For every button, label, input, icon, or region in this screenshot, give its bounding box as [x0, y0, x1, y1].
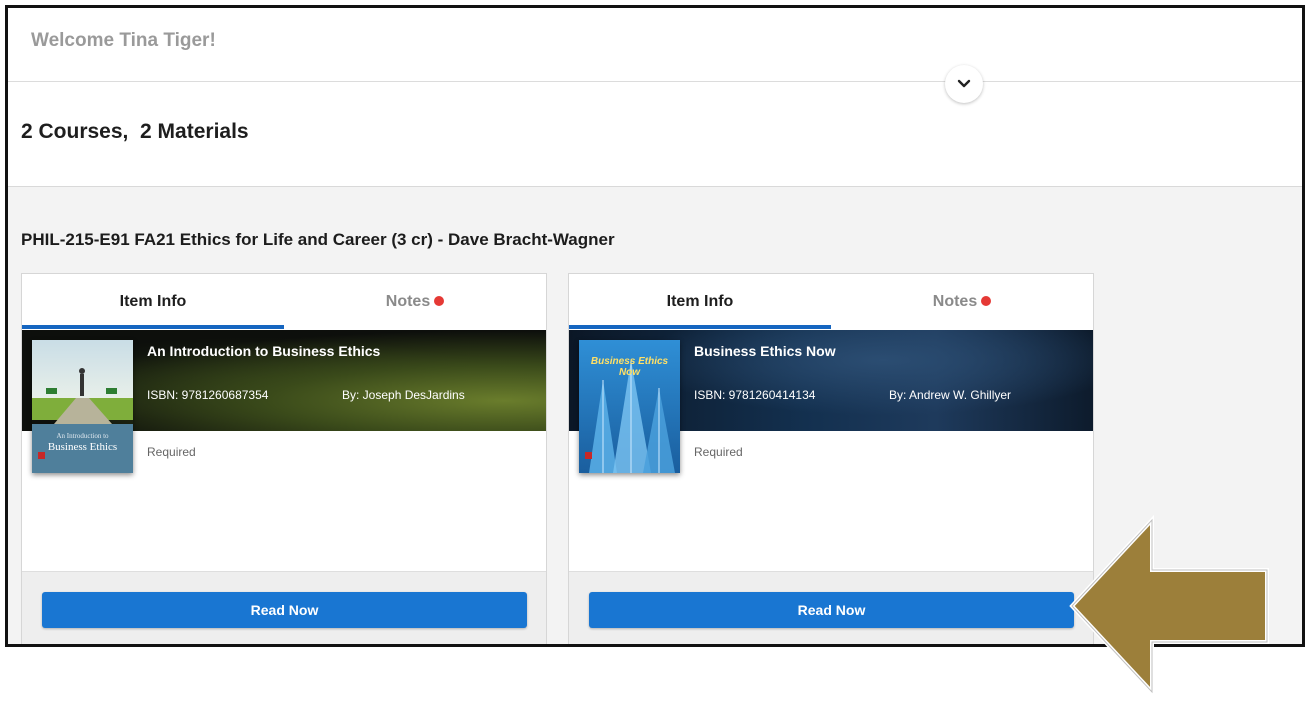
tab-item-info-label: Item Info — [119, 293, 187, 310]
cover-subtitle: An Introduction to — [56, 432, 109, 440]
card-action-area: Read Now — [22, 571, 546, 644]
read-now-button[interactable]: Read Now — [42, 592, 527, 628]
cover-title: Business Ethics — [47, 441, 118, 453]
item-author: By: Joseph DesJardins — [342, 388, 465, 402]
item-requirement-status: Required — [694, 445, 743, 459]
card-tabs: Item Info Notes — [22, 274, 546, 330]
tab-item-info[interactable]: Item Info — [569, 274, 831, 330]
material-card: Item Info Notes An Introduction to Busin… — [21, 273, 547, 644]
read-now-button[interactable]: Read Now — [589, 592, 1074, 628]
item-title: Business Ethics Now — [694, 343, 836, 359]
tab-notes[interactable]: Notes — [284, 274, 546, 330]
notes-indicator-dot — [981, 296, 992, 306]
card-action-area: Read Now — [569, 571, 1093, 644]
expand-toggle-button[interactable] — [945, 65, 983, 103]
book-cover-image: Business Ethics Now — [579, 340, 680, 473]
tab-notes[interactable]: Notes — [831, 274, 1093, 330]
course-title: PHIL-215-E91 FA21 Ethics for Life and Ca… — [21, 230, 615, 249]
material-card: Item Info Notes Business Ethics Now Busi… — [568, 273, 1094, 644]
card-tabs: Item Info Notes — [569, 274, 1093, 330]
book-cover-image: An Introduction to Business Ethics — [32, 340, 133, 473]
summary-bar: 2 Courses, 2 Materials — [8, 82, 1302, 187]
arrow-left-icon — [1069, 515, 1269, 697]
active-tab-indicator — [569, 325, 831, 329]
welcome-header: Welcome Tina Tiger! — [8, 8, 1302, 82]
courses-materials-summary: 2 Courses, 2 Materials — [21, 120, 249, 143]
cover-title: Business Ethics Now — [590, 356, 669, 378]
chevron-down-icon — [957, 79, 971, 88]
welcome-message: Welcome Tina Tiger! — [31, 30, 216, 51]
publisher-logo — [38, 452, 45, 459]
item-isbn: ISBN: 9781260414134 — [694, 388, 816, 402]
tab-notes-label: Notes — [385, 293, 431, 310]
item-author: By: Andrew W. Ghillyer — [889, 388, 1012, 402]
active-tab-indicator — [22, 325, 284, 329]
item-title: An Introduction to Business Ethics — [147, 343, 381, 359]
publisher-logo — [585, 452, 592, 459]
tab-notes-label: Notes — [932, 293, 978, 310]
tab-item-info-label: Item Info — [666, 293, 734, 310]
tab-item-info[interactable]: Item Info — [22, 274, 284, 330]
item-isbn: ISBN: 9781260687354 — [147, 388, 269, 402]
notes-indicator-dot — [434, 296, 445, 306]
item-requirement-status: Required — [147, 445, 196, 459]
